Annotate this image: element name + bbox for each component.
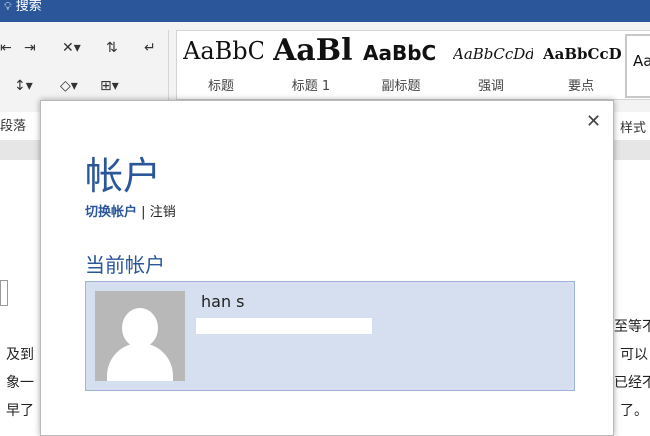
- style-sample: AaBbC: [363, 41, 437, 65]
- search-label: 搜索: [15, 0, 42, 14]
- title-bar: 💡︎ 搜索: [0, 0, 650, 22]
- account-email-redacted: [196, 318, 372, 334]
- styles-group-label: 样式: [620, 121, 647, 136]
- style-label: 强调: [477, 79, 504, 94]
- sign-out-link[interactable]: 注销: [150, 205, 176, 220]
- style-more-item[interactable]: Aa: [625, 34, 650, 98]
- switch-account-link[interactable]: 切换帐户: [85, 205, 137, 220]
- current-account-heading: 当前帐户: [85, 253, 165, 277]
- sort-icon[interactable]: ⇅: [106, 40, 118, 56]
- doc-line-right: 至等不: [614, 319, 650, 335]
- group-separator: [168, 30, 169, 100]
- style-label: 标题 1: [291, 79, 331, 94]
- link-separator: |: [141, 205, 146, 220]
- doc-line-right: 可以: [620, 347, 648, 363]
- paragraph-group-label: 段落: [0, 119, 27, 134]
- style-emphasis[interactable]: AaBbCcDd 强调: [447, 31, 535, 99]
- style-sample: Aa: [633, 52, 650, 70]
- shading-icon[interactable]: ◇▾: [60, 78, 78, 94]
- style-subtitle[interactable]: AaBbC 副标题: [357, 31, 445, 99]
- style-label: 副标题: [381, 79, 421, 94]
- style-heading-1[interactable]: AaBl 标题 1: [267, 31, 355, 99]
- chinese-layout-icon[interactable]: ✕▾: [62, 40, 81, 56]
- search-box[interactable]: 💡︎ 搜索: [4, 0, 42, 16]
- doc-line-left: 及到: [6, 347, 34, 363]
- doc-line-left: 早了: [6, 403, 34, 419]
- avatar-body: [107, 343, 173, 381]
- avatar: [95, 291, 185, 381]
- style-label: 标题: [207, 79, 234, 94]
- line-spacing-icon[interactable]: ↕▾: [14, 78, 33, 94]
- styles-gallery: AaBbC 标题 AaBl 标题 1 AaBbC 副标题 AaBbCcDd 强调…: [176, 30, 650, 100]
- account-links: 切换帐户 | 注销: [85, 201, 176, 220]
- style-title[interactable]: AaBbC 标题: [177, 31, 265, 99]
- borders-icon[interactable]: ⊞▾: [100, 78, 119, 94]
- account-dialog: ✕ 帐户 切换帐户 | 注销 当前帐户 han s: [40, 100, 614, 436]
- show-marks-icon[interactable]: ↵: [144, 40, 156, 56]
- increase-indent-icon[interactable]: ⇥: [24, 40, 36, 56]
- doc-line-right: 已经不: [614, 375, 650, 391]
- document-frame: [0, 280, 8, 306]
- account-name: han s: [201, 292, 245, 311]
- style-sample: AaBl: [273, 33, 353, 68]
- doc-line-left: 象一: [6, 375, 34, 391]
- avatar-head: [122, 308, 158, 348]
- lightbulb-icon: 💡︎: [4, 0, 12, 13]
- style-sample: AaBbC: [183, 37, 263, 65]
- decrease-indent-icon[interactable]: ⇤: [0, 40, 12, 56]
- style-label: 要点: [567, 79, 594, 94]
- doc-line-right: 了。: [620, 403, 648, 419]
- style-strong[interactable]: AaBbCcD 要点: [537, 31, 625, 99]
- dialog-title: 帐户: [85, 154, 162, 198]
- close-icon[interactable]: ✕: [586, 111, 601, 132]
- account-card[interactable]: han s: [85, 281, 575, 391]
